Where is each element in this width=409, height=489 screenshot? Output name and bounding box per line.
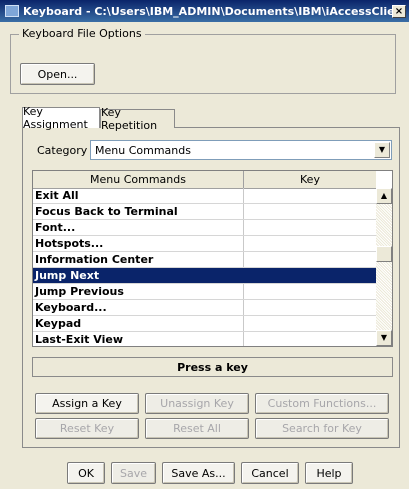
command-cell: Exit All [33, 188, 244, 203]
cancel-button[interactable]: Cancel [241, 462, 299, 484]
window-title: Keyboard - C:\Users\IBM_ADMIN\Documents\… [23, 4, 392, 18]
key-cell [244, 284, 376, 299]
command-cell: Hotspots... [33, 236, 244, 251]
tab-key-repetition[interactable]: Key Repetition [100, 106, 175, 132]
table-row[interactable]: Focus Back to Terminal [33, 204, 376, 220]
scroll-up-icon[interactable]: ▲ [376, 188, 392, 204]
reset-all-button[interactable]: Reset All [145, 418, 249, 439]
ok-button[interactable]: OK [67, 462, 105, 484]
command-cell: Keypad [33, 316, 244, 331]
unassign-key-button[interactable]: Unassign Key [145, 393, 249, 414]
command-cell: Information Center [33, 252, 244, 267]
command-cell: Font... [33, 220, 244, 235]
category-value: Menu Commands [95, 144, 191, 157]
close-icon[interactable]: × [392, 4, 406, 18]
key-cell [244, 252, 376, 267]
search-for-key-button[interactable]: Search for Key [255, 418, 389, 439]
table-row[interactable]: Information Center [33, 252, 376, 268]
command-cell: Last-Exit View [33, 332, 244, 346]
table-row[interactable]: Keyboard... [33, 300, 376, 316]
key-cell [244, 332, 376, 346]
reset-key-button[interactable]: Reset Key [35, 418, 139, 439]
command-cell: Focus Back to Terminal [33, 204, 244, 219]
keyboard-app-icon [5, 5, 19, 17]
table-row[interactable]: Keypad [33, 316, 376, 332]
key-cell [244, 204, 376, 219]
table-row-selected[interactable]: Jump Next [33, 268, 376, 284]
key-cell [244, 316, 376, 331]
table-body: Exit All Focus Back to Terminal Font... … [33, 188, 376, 346]
keyboard-file-options-legend: Keyboard File Options [19, 27, 145, 40]
category-label: Category [37, 144, 88, 157]
window-titlebar[interactable]: Keyboard - C:\Users\IBM_ADMIN\Documents\… [0, 0, 409, 22]
key-cell [244, 268, 376, 283]
command-cell: Keyboard... [33, 300, 244, 315]
save-button[interactable]: Save [111, 462, 156, 484]
chevron-down-icon[interactable]: ▼ [374, 142, 390, 158]
table-row[interactable]: Hotspots... [33, 236, 376, 252]
key-cell [244, 300, 376, 315]
tab-key-assignment[interactable]: Key Assignment [22, 105, 100, 131]
table-row[interactable]: Font... [33, 220, 376, 236]
custom-functions-button[interactable]: Custom Functions... [255, 393, 389, 414]
table-row[interactable]: Last-Exit View [33, 332, 376, 346]
command-cell: Jump Previous [33, 284, 244, 299]
open-button[interactable]: Open... [20, 63, 95, 85]
table-header: Menu Commands Key [33, 171, 376, 189]
save-as-button[interactable]: Save As... [162, 462, 235, 484]
command-cell: Jump Next [33, 268, 244, 283]
key-cell [244, 220, 376, 235]
assign-key-button[interactable]: Assign a Key [35, 393, 139, 414]
column-header-key[interactable]: Key [244, 171, 376, 188]
help-button[interactable]: Help [305, 462, 353, 484]
category-select[interactable]: Menu Commands ▼ [90, 140, 392, 160]
column-header-commands[interactable]: Menu Commands [33, 171, 244, 188]
press-key-indicator: Press a key [32, 357, 393, 377]
vertical-scrollbar[interactable]: ▲ ▼ [376, 188, 392, 346]
scrollbar-thumb[interactable] [376, 246, 392, 262]
commands-table: Menu Commands Key Exit All Focus Back to… [32, 170, 393, 347]
table-row[interactable]: Exit All [33, 188, 376, 204]
scroll-down-icon[interactable]: ▼ [376, 330, 392, 346]
key-cell [244, 188, 376, 203]
table-row[interactable]: Jump Previous [33, 284, 376, 300]
key-cell [244, 236, 376, 251]
